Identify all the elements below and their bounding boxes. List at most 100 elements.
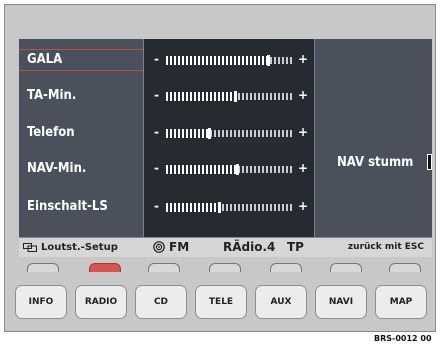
slider-tick [182, 92, 184, 101]
slider-tick [250, 93, 252, 100]
slider-thumb[interactable] [207, 128, 211, 139]
volume-slider-telefon[interactable]: - + [144, 122, 316, 144]
slider-track[interactable] [166, 55, 292, 66]
slider-tick [254, 166, 256, 173]
slider-tick [194, 56, 196, 65]
decrease-icon[interactable]: - [154, 125, 159, 139]
slider-tick [210, 165, 212, 174]
slider-tick [202, 92, 204, 101]
increase-icon[interactable]: + [298, 88, 308, 102]
slider-tick [174, 92, 176, 101]
slider-tick [178, 56, 180, 65]
slider-tick [262, 130, 264, 137]
slider-tick [182, 129, 184, 138]
slider-tick [166, 129, 168, 138]
slider-tick [230, 204, 232, 211]
softkey-2[interactable] [89, 263, 121, 272]
softkey-6[interactable] [330, 263, 362, 272]
slider-tick [242, 93, 244, 100]
decrease-icon[interactable]: - [154, 161, 159, 175]
radio-button[interactable]: RADIO [75, 285, 127, 319]
aux-button[interactable]: AUX [255, 285, 307, 319]
slider-tick [274, 166, 276, 173]
slider-tick [218, 56, 220, 65]
softkey-1[interactable] [27, 263, 59, 272]
menu-item-gala[interactable]: GALA [19, 49, 143, 71]
slider-thumb[interactable] [217, 202, 221, 213]
volume-slider-gala[interactable]: - + [144, 49, 316, 71]
slider-tick [290, 93, 292, 100]
slider-tick [238, 56, 240, 65]
menu-item-nav-min[interactable]: NAV-Min. [19, 158, 143, 180]
nav-mute-toggle[interactable] [427, 154, 432, 170]
slider-tick [282, 204, 284, 211]
softkey-4[interactable] [209, 263, 241, 272]
menu-item-label: GALA [27, 52, 63, 67]
radio-unit: GALA TA-Min. Telefon NAV-Min. Einschalt-… [4, 4, 436, 332]
slider-tick [222, 92, 224, 101]
increase-icon[interactable]: + [298, 125, 308, 139]
slider-tick [226, 92, 228, 101]
volume-slider-ta-min[interactable]: - + [144, 85, 316, 107]
menu-item-ta-min[interactable]: TA-Min. [19, 85, 143, 107]
slider-thumb[interactable] [233, 91, 237, 102]
slider-tick [190, 56, 192, 65]
slider-tick [186, 56, 188, 65]
tele-button[interactable]: TELE [195, 285, 247, 319]
slider-tick [198, 203, 200, 212]
slider-tick [166, 165, 168, 174]
volume-slider-einschalt-ls[interactable]: - + [144, 196, 316, 218]
increase-icon[interactable]: + [298, 199, 308, 213]
speaker-setup-button[interactable]: Loutst.-Setup [23, 240, 118, 255]
slider-tick [202, 56, 204, 65]
slider-track[interactable] [166, 202, 292, 213]
slider-tick [190, 129, 192, 138]
menu-item-telefon[interactable]: Telefon [19, 122, 143, 144]
slider-tick [170, 92, 172, 101]
slider-tick [258, 166, 260, 173]
slider-thumb[interactable] [236, 164, 240, 175]
softkey-3[interactable] [148, 263, 180, 272]
slider-tick [274, 57, 276, 64]
slider-tick [214, 203, 216, 212]
slider-tick [206, 92, 208, 101]
slider-tick [214, 92, 216, 101]
slider-tick [214, 130, 216, 137]
volume-slider-nav-min[interactable]: - + [144, 158, 316, 180]
slider-tick [190, 203, 192, 212]
increase-icon[interactable]: + [298, 52, 308, 66]
cd-button[interactable]: CD [135, 285, 187, 319]
decrease-icon[interactable]: - [154, 88, 159, 102]
slider-tick [250, 56, 252, 65]
band-indicator: FM [153, 239, 189, 255]
decrease-icon[interactable]: - [154, 199, 159, 213]
slider-tick [242, 56, 244, 65]
info-button[interactable]: INFO [15, 285, 67, 319]
slider-track[interactable] [166, 91, 292, 102]
map-button[interactable]: MAP [375, 285, 427, 319]
slider-tick [206, 165, 208, 174]
menu-column: GALA TA-Min. Telefon NAV-Min. Einschalt-… [19, 39, 143, 237]
slider-thumb[interactable] [266, 55, 270, 66]
slider-tick [186, 203, 188, 212]
menu-item-einschalt-ls[interactable]: Einschalt-LS [19, 196, 143, 218]
display-screen: GALA TA-Min. Telefon NAV-Min. Einschalt-… [19, 39, 432, 257]
navi-button[interactable]: NAVI [315, 285, 367, 319]
menu-item-label: Telefon [27, 125, 75, 140]
increase-icon[interactable]: + [298, 161, 308, 175]
softkey-5[interactable] [270, 263, 302, 272]
slider-track[interactable] [166, 128, 292, 139]
option-column: NAV stumm [315, 39, 432, 237]
slider-tick [254, 130, 256, 137]
slider-tick [270, 166, 272, 173]
slider-tick [246, 204, 248, 211]
slider-tick [210, 92, 212, 101]
slider-track[interactable] [166, 164, 292, 175]
softkey-7[interactable] [389, 263, 421, 272]
slider-tick [186, 92, 188, 101]
slider-tick [246, 56, 248, 65]
slider-tick [166, 203, 168, 212]
decrease-icon[interactable]: - [154, 52, 159, 66]
slider-tick [194, 203, 196, 212]
slider-tick [246, 93, 248, 100]
